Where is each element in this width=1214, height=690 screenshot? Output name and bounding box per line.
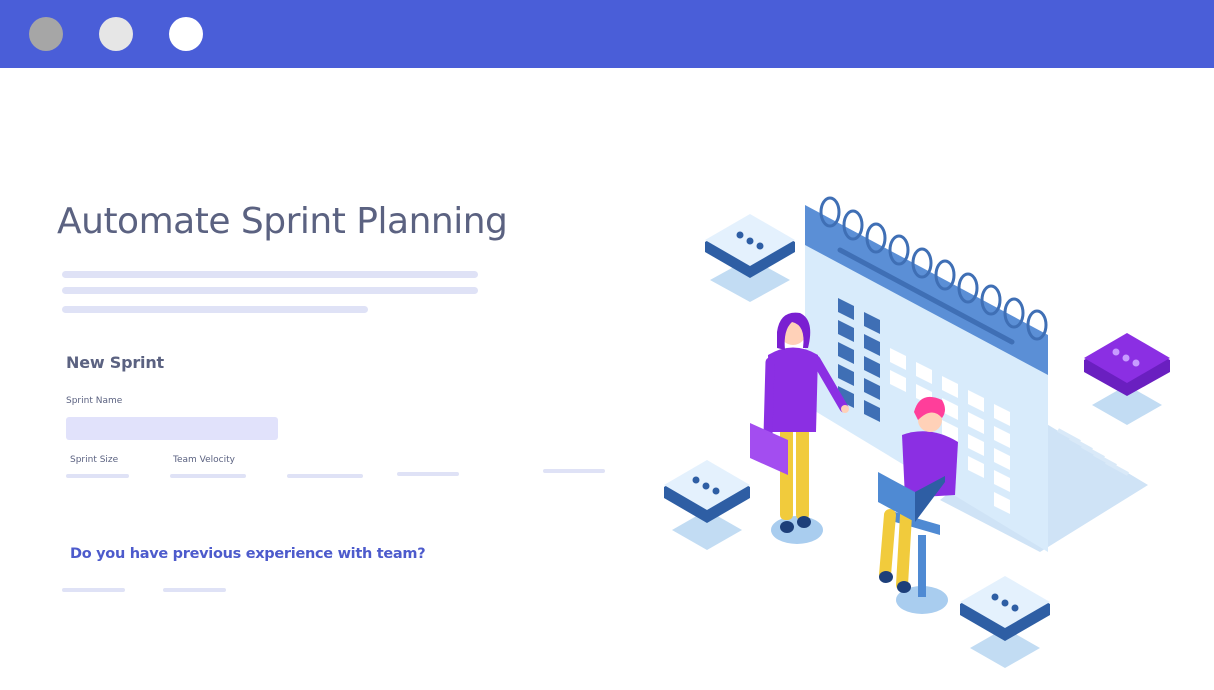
description-placeholder-line-2 <box>62 287 478 294</box>
field-option-5[interactable] <box>543 469 605 473</box>
field-option-3[interactable] <box>287 474 363 478</box>
team-velocity-label: Team Velocity <box>173 455 235 465</box>
experience-question: Do you have previous experience with tea… <box>70 546 426 562</box>
description-placeholder-line-3 <box>62 306 368 313</box>
sprint-calendar-illustration <box>664 196 1170 668</box>
chat-bubble-icon <box>664 460 750 550</box>
chat-bubble-icon <box>705 214 795 302</box>
team-velocity-option[interactable] <box>170 474 246 478</box>
new-sprint-heading: New Sprint <box>66 353 164 372</box>
window-control-3-icon[interactable] <box>169 17 203 51</box>
sprint-size-label: Sprint Size <box>70 455 119 465</box>
window-titlebar <box>0 0 1214 68</box>
sprint-size-option[interactable] <box>66 474 129 478</box>
sprint-name-input[interactable] <box>66 417 278 440</box>
sprint-name-label: Sprint Name <box>66 396 123 406</box>
page-title: Automate Sprint Planning <box>57 201 508 242</box>
answer-option-2[interactable] <box>163 588 226 592</box>
window-control-1-icon[interactable] <box>29 17 63 51</box>
window-control-2-icon[interactable] <box>99 17 133 51</box>
chat-bubble-purple-icon <box>1084 333 1170 425</box>
answer-option-1[interactable] <box>62 588 125 592</box>
field-option-4[interactable] <box>397 472 459 476</box>
description-placeholder-line-1 <box>62 271 478 278</box>
chat-bubble-icon <box>960 576 1050 668</box>
